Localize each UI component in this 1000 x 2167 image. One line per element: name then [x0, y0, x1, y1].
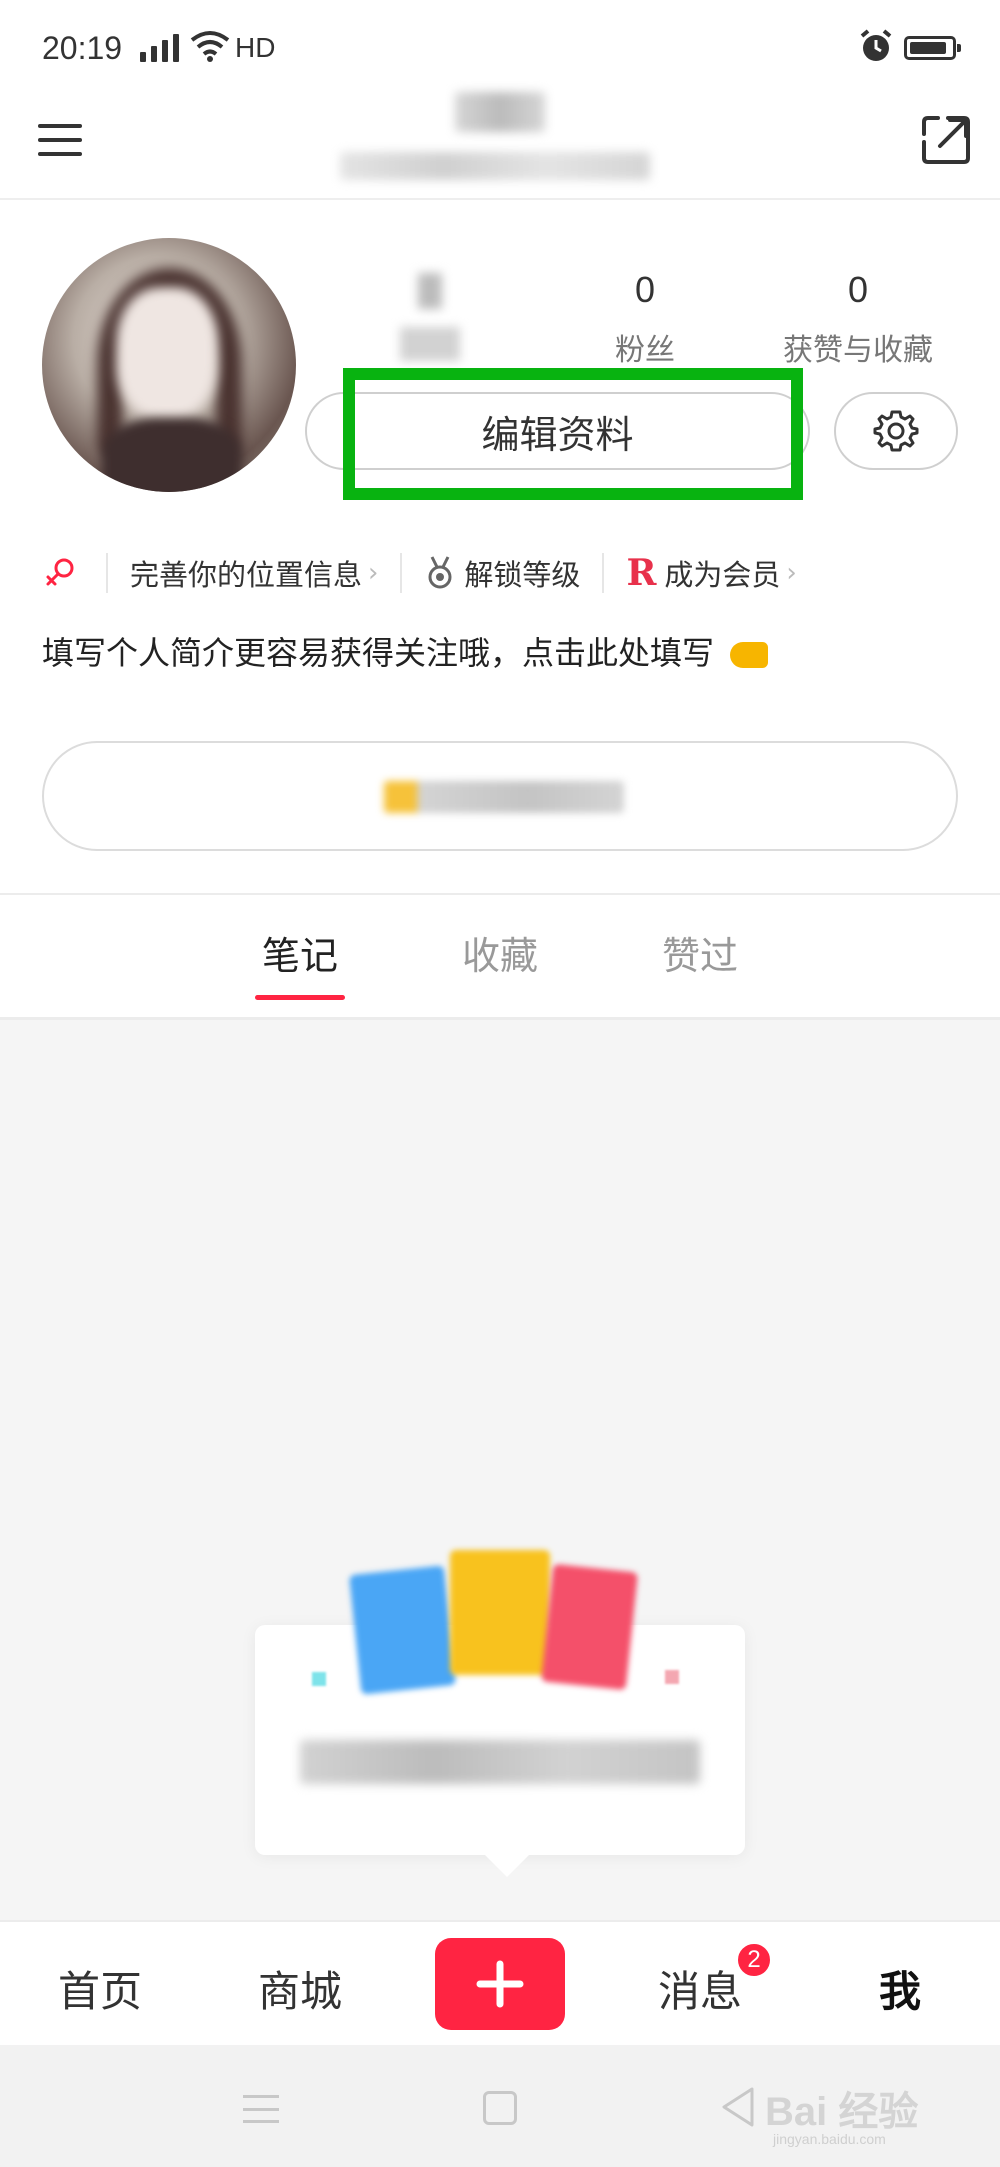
- wifi-icon: [190, 31, 230, 62]
- likes-count: 0: [847, 269, 869, 310]
- gear-icon: [873, 410, 919, 452]
- profile-name-blurred: [455, 92, 545, 132]
- empty-state-illustration: [348, 1550, 645, 1695]
- hd-indicator: HD: [235, 32, 276, 63]
- location-icon: [46, 558, 74, 586]
- baidu-watermark: Bai 经验 jingyan.baidu.com: [765, 2069, 965, 2149]
- system-home-icon[interactable]: [483, 2091, 517, 2125]
- fans-count: 0: [634, 269, 656, 310]
- stat-label-blurred: [400, 327, 460, 361]
- hand-pointing-icon: [730, 642, 769, 668]
- notes-content-area: [0, 1020, 1000, 1920]
- chevron-right-icon: ›: [368, 558, 379, 588]
- stat-value-blurred: [418, 273, 442, 309]
- nav-me[interactable]: 我: [840, 1958, 960, 2019]
- bottom-nav: 首页 商城 消息 2 我: [0, 1920, 1000, 2045]
- profile-id-blurred: [340, 152, 650, 180]
- tag-level[interactable]: 解锁等级: [424, 552, 580, 594]
- likes-label: 获赞与收藏: [783, 333, 933, 368]
- status-time: 20:19: [42, 30, 123, 66]
- watermark-text: Bai 经验: [765, 2090, 919, 2134]
- content-tabs: 笔记 收藏 赞过: [0, 895, 1000, 1020]
- message-badge: 2: [736, 1942, 772, 1978]
- avatar[interactable]: [42, 238, 296, 492]
- signal-icon: [140, 32, 179, 62]
- watermark-url: jingyan.baidu.com: [773, 2131, 886, 2147]
- fans-label: 粉丝: [615, 333, 675, 368]
- stat-likes[interactable]: 0 获赞与收藏: [758, 265, 958, 369]
- stat-following[interactable]: [330, 265, 530, 361]
- promo-text-blurred: [384, 781, 624, 813]
- chevron-right-icon: ›: [786, 558, 797, 588]
- tag-level-label: 解锁等级: [464, 558, 581, 592]
- edit-profile-button[interactable]: 编辑资料: [305, 392, 810, 470]
- system-back-icon[interactable]: [718, 2085, 758, 2129]
- tab-active-indicator: [255, 995, 345, 1000]
- tab-collections[interactable]: 收藏: [440, 925, 560, 980]
- plus-icon: [476, 1960, 524, 2008]
- system-menu-icon[interactable]: [243, 2095, 279, 2123]
- empty-state-text-blurred: [300, 1740, 700, 1784]
- tab-notes[interactable]: 笔记: [240, 925, 360, 980]
- nav-home[interactable]: 首页: [40, 1958, 160, 2019]
- menu-icon[interactable]: [38, 122, 82, 158]
- tag-location[interactable]: 完善你的位置信息 ›: [42, 552, 378, 594]
- tag-location-label: 完善你的位置信息: [130, 558, 363, 592]
- stat-fans[interactable]: 0 粉丝: [545, 265, 745, 369]
- tag-member[interactable]: R 成为会员 ›: [626, 552, 796, 594]
- alarm-icon: [860, 29, 892, 61]
- status-bar: 20:19 HD: [0, 0, 1000, 100]
- tag-member-label: 成为会员: [664, 558, 781, 592]
- profile-tags-row: 完善你的位置信息 › 解锁等级 R 成为会员 ›: [42, 548, 797, 598]
- bio-prompt[interactable]: 填写个人简介更容易获得关注哦，点击此处填写: [42, 628, 769, 674]
- bio-text: 填写个人简介更容易获得关注哦，点击此处填写: [42, 634, 715, 672]
- settings-button[interactable]: [834, 392, 958, 470]
- promo-button[interactable]: [42, 741, 958, 851]
- publish-button[interactable]: [435, 1938, 565, 2030]
- top-nav: [0, 92, 1000, 200]
- tab-liked[interactable]: 赞过: [640, 925, 760, 980]
- medal-icon: [428, 556, 452, 589]
- system-nav-bar: Bai 经验 jingyan.baidu.com: [0, 2045, 1000, 2167]
- nav-mall[interactable]: 商城: [240, 1958, 360, 2019]
- battery-icon: [904, 36, 961, 60]
- share-icon[interactable]: [920, 114, 972, 166]
- r-icon: R: [626, 552, 657, 594]
